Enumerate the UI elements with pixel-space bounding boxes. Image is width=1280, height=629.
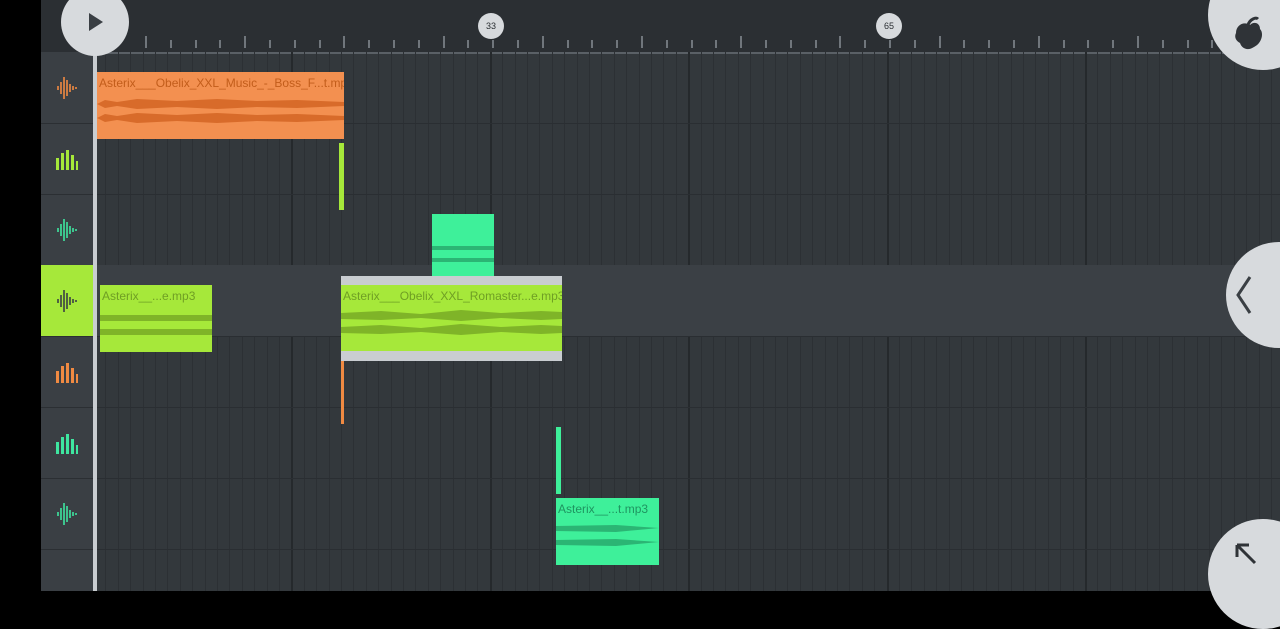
ruler-tick [839, 36, 842, 48]
ruler-tick [641, 36, 643, 48]
bars-icon [56, 149, 78, 170]
audio-wave-icon [57, 218, 77, 241]
ruler-tick [616, 40, 619, 48]
ruler-tick [1211, 40, 1214, 48]
ruler-tick [963, 40, 966, 48]
clip-teal-sliver[interactable] [556, 427, 561, 494]
clip-teal[interactable]: Asterix__...t.mp3 [556, 498, 659, 565]
ruler-tick [715, 40, 718, 48]
lane-6[interactable] [93, 407, 1280, 479]
bars-icon [56, 362, 78, 383]
waveform [97, 99, 344, 123]
fruit-logo-icon [1235, 16, 1262, 50]
ruler-tick [1137, 36, 1139, 48]
audio-wave-icon [57, 76, 77, 99]
track-7-button[interactable] [41, 478, 93, 550]
track-3-button[interactable] [41, 194, 93, 266]
clip-teal-block[interactable] [432, 214, 494, 276]
ruler-tick [789, 40, 792, 48]
ruler-tick [169, 40, 172, 48]
ruler-tick [1186, 40, 1189, 48]
lane-7[interactable] [93, 478, 1280, 550]
bar-marker-65[interactable]: 65 [876, 13, 902, 39]
ruler-tick [318, 40, 321, 48]
play-icon [89, 13, 103, 31]
ruler-tick [740, 36, 743, 48]
ruler-tick [1062, 40, 1065, 48]
clip-boss-name: Asterix___Obelix_XXL_Music_-_Boss_F...t.… [99, 76, 344, 90]
arrow-up-left-icon [1235, 543, 1257, 565]
ruler-tick [194, 40, 197, 48]
ruler-tick [765, 40, 767, 48]
ruler-tick [814, 40, 817, 48]
ruler-tick [913, 40, 916, 48]
ruler-tick [219, 40, 222, 48]
ruler-tick [269, 40, 271, 48]
lane-5[interactable] [93, 336, 1280, 408]
waveform [432, 246, 494, 262]
ruler-tick [864, 40, 867, 48]
clip-small-green[interactable]: Asterix__...e.mp3 [100, 285, 212, 352]
ruler-tick [1161, 40, 1164, 48]
ruler-tick [442, 36, 445, 48]
audio-wave-icon [57, 502, 77, 525]
clip-boss[interactable]: Asterix___Obelix_XXL_Music_-_Boss_F...t.… [97, 72, 344, 139]
ruler-tick [467, 40, 470, 48]
clip-green-sliver[interactable] [339, 143, 344, 210]
ruler-tick [1037, 36, 1040, 48]
ruler-tick [244, 36, 247, 48]
ruler-tick [1087, 40, 1090, 48]
ruler-tick [938, 36, 941, 48]
clip-romaster-name: Asterix___Obelix_XXL_Romaster...e.mp3 [343, 289, 562, 303]
waveform [100, 315, 212, 335]
lane-8[interactable] [93, 549, 1280, 591]
ruler-tick [293, 40, 296, 48]
ruler-tick [1112, 40, 1115, 48]
clip-romaster[interactable]: Asterix___Obelix_XXL_Romaster...e.mp3 [341, 276, 562, 361]
ruler-tick [591, 40, 594, 48]
track-sidebar [41, 52, 93, 591]
playlist-grid[interactable]: Asterix___Obelix_XXL_Music_-_Boss_F...t.… [93, 52, 1280, 591]
track-2-button[interactable] [41, 123, 93, 195]
ruler-tick [492, 40, 495, 48]
chevron-left-icon [1236, 276, 1252, 314]
ruler-tick [690, 40, 693, 48]
clip-romaster-body: Asterix___Obelix_XXL_Romaster...e.mp3 [341, 285, 562, 351]
ruler-tick [343, 36, 346, 48]
track-6-button[interactable] [41, 407, 93, 479]
ruler-tick [889, 40, 891, 48]
ruler-tick [517, 40, 519, 48]
clip-small-green-name: Asterix__...e.mp3 [102, 289, 196, 303]
ruler-tick [1013, 40, 1015, 48]
track-4-button[interactable] [41, 265, 93, 337]
lane-4[interactable] [93, 265, 1280, 337]
ruler-tick [145, 36, 147, 48]
lane-3[interactable] [93, 194, 1280, 266]
ruler-tick [417, 40, 420, 48]
waveform [341, 310, 562, 335]
track-1-button[interactable] [41, 52, 93, 124]
ruler-tick [988, 40, 991, 48]
ruler-tick [665, 40, 668, 48]
bar-marker-33[interactable]: 33 [478, 13, 504, 39]
audio-wave-icon [57, 289, 77, 312]
ruler-tick [566, 40, 569, 48]
clip-teal-name: Asterix__...t.mp3 [558, 502, 649, 516]
playlist-view: 33 65 Asterix___Obelix_XXL_Music_-_Boss_… [41, 0, 1280, 591]
bars-icon [56, 433, 78, 454]
timeline-ruler[interactable]: 33 65 [41, 0, 1280, 54]
playhead[interactable] [93, 0, 97, 591]
ruler-tick [368, 40, 371, 48]
track-5-button[interactable] [41, 336, 93, 408]
ruler-tick [541, 36, 544, 48]
clip-orange-sliver[interactable] [341, 361, 344, 424]
waveform [556, 525, 659, 546]
ruler-tick [393, 40, 395, 48]
